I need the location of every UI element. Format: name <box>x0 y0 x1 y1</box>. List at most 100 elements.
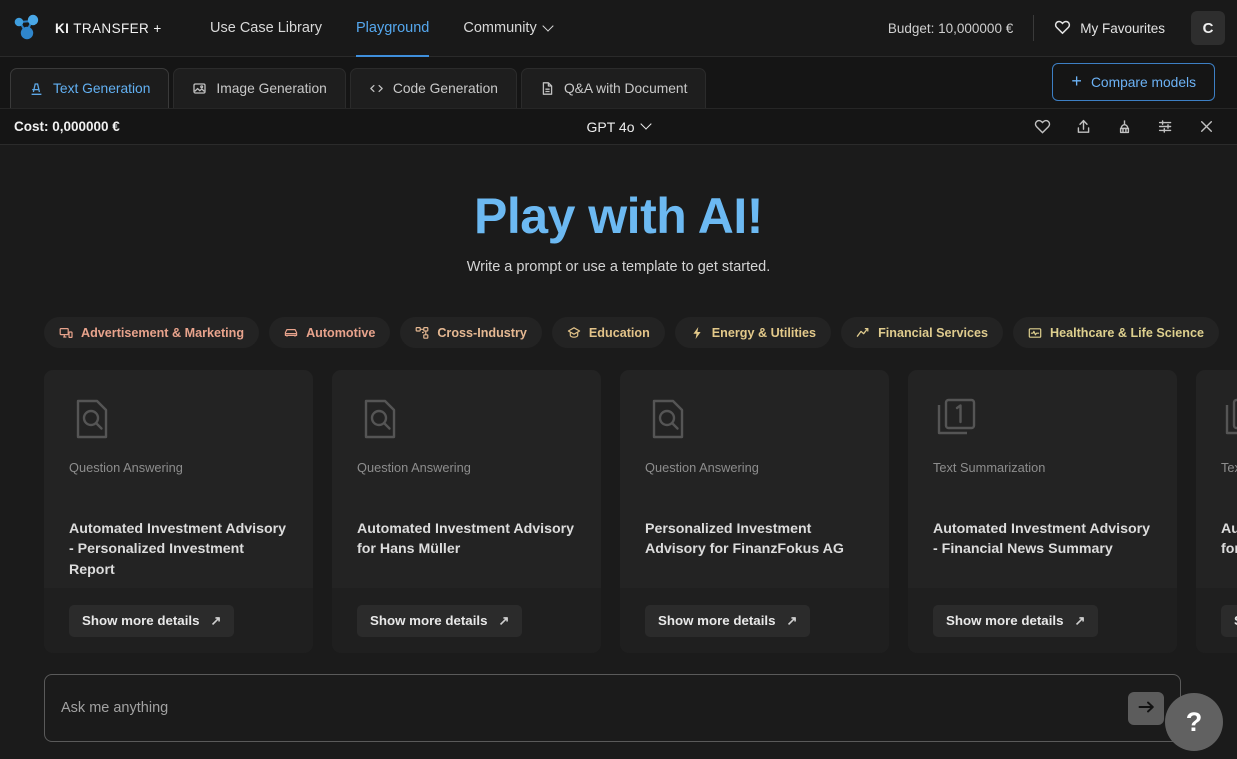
chip-automotive[interactable]: Automotive <box>269 317 390 348</box>
show-more-details-label: Show more details <box>370 613 487 628</box>
favourite-icon[interactable] <box>1034 118 1051 135</box>
heart-icon <box>1054 19 1071 38</box>
template-card[interactable]: Question Answering Personalized Investme… <box>620 370 889 653</box>
card-title: Personalized Investment Advisory for Fin… <box>645 519 864 560</box>
nav-label: Use Case Library <box>210 20 322 36</box>
chip-label: Education <box>589 326 650 340</box>
cost-bar: Cost: 0,000000 € GPT 4o <box>0 109 1237 145</box>
chip-financial-services[interactable]: Financial Services <box>841 317 1003 348</box>
nav-item-use-case-library[interactable]: Use Case Library <box>210 0 322 57</box>
tab-code-generation[interactable]: Code Generation <box>350 68 517 108</box>
brand-logo-area[interactable]: KI TRANSFER + <box>0 13 180 43</box>
close-icon[interactable] <box>1198 118 1215 135</box>
compare-models-label: Compare models <box>1091 75 1196 90</box>
tab-label: Q&A with Document <box>564 81 687 96</box>
chevron-down-icon <box>642 120 651 129</box>
card-title: Automated Investment Advisory - Personal… <box>69 519 288 580</box>
card-body: Question Answering Automated Investment … <box>332 370 601 588</box>
card-kind-label: Question Answering <box>645 460 864 475</box>
chip-label: Financial Services <box>878 326 988 340</box>
chip-cross-industry[interactable]: Cross-Industry <box>400 317 542 348</box>
chip-label: Energy & Utilities <box>712 326 816 340</box>
budget-label: Budget: 10,000000 € <box>888 21 1033 36</box>
chip-label: Advertisement & Marketing <box>81 326 244 340</box>
code-generation-icon <box>369 81 384 96</box>
show-more-details-button[interactable]: Show more details ↗ <box>933 605 1098 637</box>
ki-transfer-logo-icon <box>12 13 46 43</box>
settings-sliders-icon[interactable] <box>1157 118 1174 135</box>
header-right-group: Budget: 10,000000 € My Favourites C <box>888 0 1237 57</box>
generation-tabs: Text Generation Image Generation Code Ge… <box>0 57 1237 109</box>
monitor-device-icon <box>59 326 73 340</box>
brand-name-rest: TRANSFER + <box>69 21 161 36</box>
prompt-area <box>44 674 1181 742</box>
text-generation-icon <box>29 81 44 96</box>
template-card[interactable]: Question Answering Automated Investment … <box>332 370 601 653</box>
template-card[interactable]: Text Summarization Automated Investment … <box>1196 370 1237 653</box>
nav-item-playground[interactable]: Playground <box>356 0 429 57</box>
card-body: Text Summarization Automated Investment … <box>1196 370 1237 588</box>
prompt-input[interactable] <box>61 700 1128 716</box>
card-title: Automated Investment Advisory for Hans M… <box>357 519 576 560</box>
summarize-stack-icon <box>1221 429 1237 446</box>
card-kind-label: Question Answering <box>357 460 576 475</box>
model-selector[interactable]: GPT 4o <box>587 119 651 135</box>
show-more-details-button[interactable]: Show more details ↗ <box>645 605 810 637</box>
show-more-details-label: Show more details <box>658 613 775 628</box>
card-body: Question Answering Automated Investment … <box>44 370 313 588</box>
prompt-box <box>44 674 1181 742</box>
my-favourites-label: My Favourites <box>1080 21 1165 36</box>
document-search-icon <box>69 429 115 446</box>
graduation-cap-icon <box>567 326 581 340</box>
document-search-icon <box>645 429 691 446</box>
page-subtitle: Write a prompt or use a template to get … <box>0 259 1237 275</box>
chip-healthcare-life-science[interactable]: Healthcare & Life Science <box>1013 317 1219 348</box>
playground-main: Play with AI! Write a prompt or use a te… <box>0 145 1237 759</box>
card-kind-label: Text Summarization <box>933 460 1152 475</box>
broom-clean-icon[interactable] <box>1116 118 1133 135</box>
show-more-details-button[interactable]: Show more details ↗ <box>69 605 234 637</box>
user-avatar[interactable]: C <box>1191 11 1225 45</box>
card-title: Automated Investment Advisory - Financia… <box>933 519 1152 560</box>
cost-bar-tools <box>1034 118 1223 135</box>
card-kind-label: Text Summarization <box>1221 460 1237 475</box>
card-footer: Show more details ↗ <box>620 588 889 653</box>
document-search-icon <box>357 429 403 446</box>
plus-icon: + <box>1071 72 1082 90</box>
nav-label: Community <box>463 20 536 36</box>
main-navigation: Use Case Library Playground Community <box>210 0 553 57</box>
show-more-details-button[interactable]: Show more details ↗ <box>1221 605 1237 637</box>
card-body: Text Summarization Automated Investment … <box>908 370 1177 588</box>
brand-name-bold: KI <box>55 21 69 36</box>
card-title: Automated Investment Advisory for Finanz… <box>1221 519 1237 560</box>
chip-education[interactable]: Education <box>552 317 665 348</box>
tab-image-generation[interactable]: Image Generation <box>173 68 345 108</box>
tab-label: Code Generation <box>393 81 498 96</box>
nav-item-community[interactable]: Community <box>463 0 552 57</box>
my-favourites-button[interactable]: My Favourites <box>1034 19 1185 38</box>
chip-label: Automotive <box>306 326 375 340</box>
send-button[interactable] <box>1128 692 1164 725</box>
arrow-up-right-icon: ↗ <box>786 613 797 629</box>
page-title: Play with AI! <box>0 187 1237 245</box>
chip-energy-utilities[interactable]: Energy & Utilities <box>675 317 831 348</box>
nav-label: Playground <box>356 20 429 36</box>
template-card[interactable]: Question Answering Automated Investment … <box>44 370 313 653</box>
tab-qa-with-document[interactable]: Q&A with Document <box>521 68 706 108</box>
chip-label: Cross-Industry <box>437 326 527 340</box>
template-card[interactable]: Text Summarization Automated Investment … <box>908 370 1177 653</box>
compare-models-button[interactable]: + Compare models <box>1052 63 1215 101</box>
show-more-details-button[interactable]: Show more details ↗ <box>357 605 522 637</box>
image-generation-icon <box>192 81 207 96</box>
card-footer: Show more details ↗ <box>908 588 1177 653</box>
tab-label: Text Generation <box>53 81 150 96</box>
brand-name: KI TRANSFER + <box>55 21 162 36</box>
avatar-initial: C <box>1203 20 1214 37</box>
document-icon <box>540 81 555 96</box>
share-icon[interactable] <box>1075 118 1092 135</box>
help-button[interactable]: ? <box>1165 693 1223 751</box>
card-body: Question Answering Personalized Investme… <box>620 370 889 588</box>
tab-label: Image Generation <box>216 81 326 96</box>
tab-text-generation[interactable]: Text Generation <box>10 68 169 108</box>
chip-advertisement-marketing[interactable]: Advertisement & Marketing <box>44 317 259 348</box>
